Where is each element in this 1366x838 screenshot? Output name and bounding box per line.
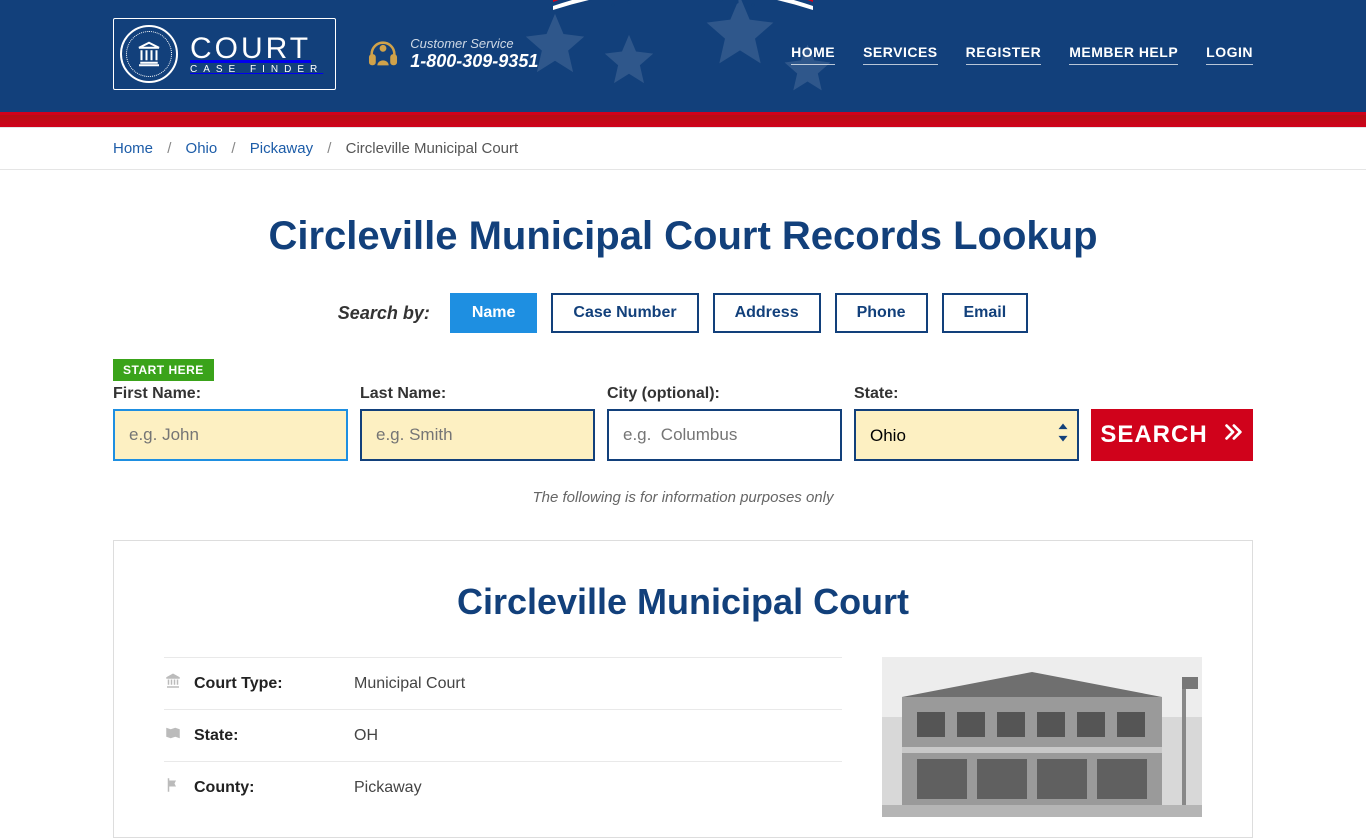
breadcrumb-home[interactable]: Home	[113, 140, 153, 157]
state-info-label: State:	[194, 727, 354, 745]
page-title: Circleville Municipal Court Records Look…	[113, 214, 1253, 259]
county-info-value: Pickaway	[354, 779, 422, 797]
search-by-tabs: Search by: Name Case Number Address Phon…	[113, 293, 1253, 333]
headset-icon	[366, 37, 400, 71]
breadcrumb-current: Circleville Municipal Court	[346, 140, 519, 157]
tab-case-number[interactable]: Case Number	[551, 293, 698, 333]
flag-icon	[164, 776, 194, 799]
site-header: COURT CASE FINDER Customer Service	[0, 0, 1366, 115]
breadcrumb-sep: /	[327, 140, 331, 157]
court-seal-icon	[120, 25, 178, 83]
header-ribbon	[0, 115, 1366, 127]
logo-line2: CASE FINDER	[190, 64, 323, 75]
info-row-state: State: OH	[164, 709, 842, 761]
breadcrumb-county[interactable]: Pickaway	[250, 140, 313, 157]
map-icon	[164, 724, 194, 747]
breadcrumb-sep: /	[231, 140, 235, 157]
last-name-input[interactable]	[360, 409, 595, 461]
first-name-input[interactable]	[113, 409, 348, 461]
logo-line1: COURT	[190, 34, 323, 64]
search-by-label: Search by:	[338, 303, 430, 324]
info-row-county: County: Pickaway	[164, 761, 842, 813]
tab-email[interactable]: Email	[942, 293, 1029, 333]
city-label: City (optional):	[607, 385, 842, 403]
search-button[interactable]: SEARCH	[1091, 409, 1253, 461]
logo-text: COURT CASE FINDER	[190, 34, 323, 75]
court-type-label: Court Type:	[194, 675, 354, 693]
tab-name[interactable]: Name	[450, 293, 538, 333]
city-input[interactable]	[607, 409, 842, 461]
customer-service-label: Customer Service	[410, 36, 538, 51]
state-select[interactable]: Ohio	[854, 409, 1079, 461]
main-nav: HOME SERVICES REGISTER MEMBER HELP LOGIN	[791, 44, 1253, 65]
county-info-label: County:	[194, 779, 354, 797]
nav-register[interactable]: REGISTER	[966, 44, 1042, 65]
breadcrumb-sep: /	[167, 140, 171, 157]
start-here-badge: START HERE	[113, 359, 214, 381]
nav-services[interactable]: SERVICES	[863, 44, 938, 65]
site-logo[interactable]: COURT CASE FINDER	[113, 18, 336, 90]
customer-service-phone: 1-800-309-9351	[410, 51, 538, 72]
breadcrumb: Home / Ohio / Pickaway / Circleville Mun…	[98, 128, 1268, 169]
search-form: First Name: Last Name: City (optional): …	[113, 385, 1253, 461]
nav-member-help[interactable]: MEMBER HELP	[1069, 44, 1178, 65]
state-info-value: OH	[354, 727, 378, 745]
nav-login[interactable]: LOGIN	[1206, 44, 1253, 65]
tab-phone[interactable]: Phone	[835, 293, 928, 333]
court-type-value: Municipal Court	[354, 675, 465, 693]
nav-home[interactable]: HOME	[791, 44, 835, 65]
disclaimer-text: The following is for information purpose…	[113, 489, 1253, 506]
breadcrumb-bar: Home / Ohio / Pickaway / Circleville Mun…	[0, 127, 1366, 170]
court-info-card: Circleville Municipal Court Court Type: …	[113, 540, 1253, 838]
court-info-list: Court Type: Municipal Court State: OH Co…	[164, 657, 842, 817]
court-photo	[882, 657, 1202, 817]
last-name-label: Last Name:	[360, 385, 595, 403]
double-chevron-right-icon	[1222, 421, 1244, 450]
header-ribbon-eagle	[553, 0, 813, 33]
search-button-label: SEARCH	[1100, 421, 1207, 449]
breadcrumb-state[interactable]: Ohio	[186, 140, 218, 157]
first-name-label: First Name:	[113, 385, 348, 403]
state-label: State:	[854, 385, 1079, 403]
info-row-court-type: Court Type: Municipal Court	[164, 657, 842, 709]
tab-address[interactable]: Address	[713, 293, 821, 333]
institution-icon	[164, 672, 194, 695]
customer-service: Customer Service 1-800-309-9351	[366, 36, 538, 72]
court-title: Circleville Municipal Court	[164, 581, 1202, 623]
